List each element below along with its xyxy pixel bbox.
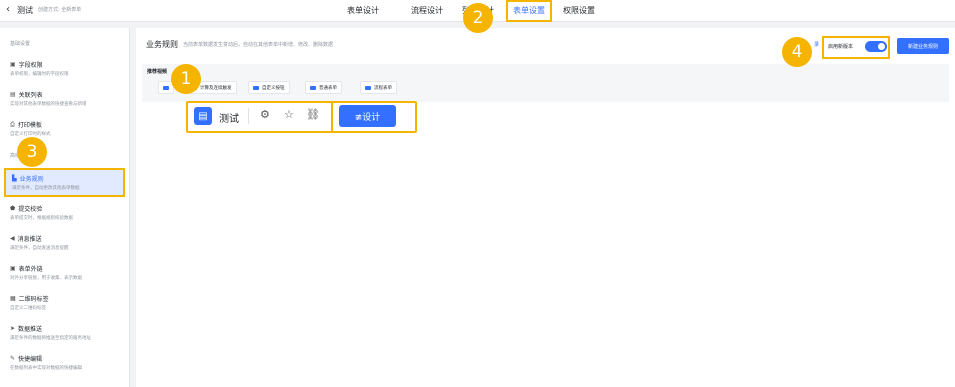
link-icon[interactable]: ⛓ — [306, 108, 320, 121]
megaphone-icon: ◀ — [10, 235, 15, 242]
lock-icon: ▣ — [10, 61, 16, 68]
video-chip-normal-form[interactable]: 普通表单 — [305, 81, 342, 94]
sidebar-item-print-template[interactable]: ⎙ 打印模板 自定义打印时的样式 — [10, 120, 125, 138]
settings-sidebar: 基础设置 ▣ 字段权限 表单权限，编辑时的字段权限 ▤ 关联列表 实现对其他表单数据… — [0, 28, 130, 387]
sidebar-item-label: 关联列表 — [18, 92, 43, 99]
sidebar-item-desc: 表单权限，编辑时的字段权限 — [10, 72, 69, 77]
new-version-label: 启用新版本 — [828, 44, 854, 50]
chip-label: 计算及连续触发 — [200, 85, 232, 91]
recommended-videos-panel: 推荐视频 计算及连续触发 自定义按钮 普通表单 流程表单 — [142, 64, 949, 102]
sidebar-item-label: 业务规则 — [19, 176, 44, 183]
sidebar-item-desc: 满足条件，自动发送消息提醒 — [10, 246, 69, 251]
form-app-icon: ▤ — [194, 107, 212, 125]
sidebar-item-business-rules[interactable]: ▙ 业务规则 满足条件，自动更改其他表单数据 — [4, 168, 125, 197]
video-icon — [253, 85, 259, 90]
active-tab-highlight — [506, 0, 552, 22]
sidebar-item-field-permission[interactable]: ▣ 字段权限 表单权限，编辑时的字段权限 — [10, 60, 125, 77]
qrcode-icon: ▦ — [10, 295, 16, 302]
sidebar-item-label: 数据推送 — [18, 326, 43, 333]
sidebar-item-label: 字段权限 — [18, 62, 43, 69]
sidebar-item-label: 二维码标签 — [18, 296, 49, 303]
floating-app-name: 测试 — [219, 114, 239, 125]
design-button[interactable]: ≢设计 — [339, 105, 396, 127]
sidebar-item-label: 打印模板 — [17, 122, 42, 129]
video-chip-custom-button[interactable]: 自定义按钮 — [248, 81, 290, 94]
back-chevron-icon[interactable]: ‹ — [6, 4, 10, 15]
new-business-rule-button[interactable]: 新建业务规则 — [897, 38, 949, 54]
sidebar-item-message-push[interactable]: ◀ 消息推送 满足条件，自动发送消息提醒 — [10, 234, 125, 251]
external-icon: ▣ — [10, 265, 16, 272]
step-marker-2: 2 — [463, 3, 493, 33]
sidebar-item-label: 消息推送 — [17, 236, 42, 243]
step-marker-4: 4 — [782, 37, 812, 67]
record-link[interactable]: 录 — [814, 41, 819, 48]
sidebar-item-label: 提交校验 — [18, 206, 43, 213]
step-marker-3: 3 — [17, 137, 47, 167]
app-title: 测试 — [17, 6, 33, 15]
document-icon: ▙ — [12, 175, 17, 182]
sidebar-item-qrcode-label[interactable]: ▦ 二维码标签 自定义二维码标签 — [10, 294, 125, 311]
video-icon — [365, 85, 371, 90]
sidebar-item-desc: 在数据列表中实现对数据的快捷编辑 — [10, 366, 82, 371]
recommended-videos-title: 推荐视频 — [147, 69, 168, 75]
chip-label: 普通表单 — [319, 85, 337, 91]
tab-permission-settings[interactable]: 权限设置 — [563, 5, 595, 16]
shield-icon: ⬟ — [10, 205, 16, 212]
toolbar-divider — [248, 108, 249, 124]
sidebar-item-desc: 自定义二维码标签 — [10, 306, 46, 311]
video-icon — [310, 85, 316, 90]
page-title: 业务规则 — [146, 40, 178, 49]
edit-icon: ✎ — [10, 355, 16, 362]
tab-flow-design[interactable]: 流程设计 — [411, 5, 443, 16]
sidebar-item-desc: 表单提交时，根据规则校验数据 — [10, 216, 73, 221]
sidebar-item-quick-edit[interactable]: ✎ 快捷编辑 在数据列表中实现对数据的快捷编辑 — [10, 354, 125, 371]
send-icon: ➤ — [10, 325, 16, 332]
video-chip-flow-form[interactable]: 流程表单 — [360, 81, 397, 94]
gear-icon[interactable]: ⚙ — [260, 108, 270, 121]
step-marker-1: 1 — [171, 64, 201, 94]
sidebar-item-form-external-link[interactable]: ▣ 表单外链 对外分享链接，用于收集、表示数据 — [10, 264, 125, 281]
page-description: 当前表单数据发生变动后，自动在其他表单中新增、修改、删除数据 — [183, 42, 334, 48]
link-icon: ▤ — [10, 91, 16, 98]
sidebar-item-desc: 满足条件，自动更改其他表单数据 — [12, 186, 80, 191]
sidebar-item-submit-validation[interactable]: ⬟ 提交校验 表单提交时，根据规则校验数据 — [10, 204, 125, 221]
sidebar-item-label: 快捷编辑 — [18, 356, 43, 363]
sidebar-item-desc: 实现对其他表单数据的快捷查看与新增 — [10, 102, 87, 107]
new-version-toggle[interactable] — [865, 41, 887, 52]
printer-icon: ⎙ — [10, 120, 15, 128]
video-icon — [163, 85, 169, 90]
sidebar-item-label: 表单外链 — [18, 266, 43, 273]
tab-form-design[interactable]: 表单设计 — [347, 5, 379, 16]
sidebar-item-data-push[interactable]: ➤ 数据推送 满足条件的数据将推送至指定的服务地址 — [10, 324, 125, 341]
sidebar-item-related-list[interactable]: ▤ 关联列表 实现对其他表单数据的快捷查看与新增 — [10, 90, 125, 107]
sidebar-item-desc: 满足条件的数据将推送至指定的服务地址 — [10, 336, 91, 341]
chip-label: 流程表单 — [374, 85, 392, 91]
star-icon[interactable]: ☆ — [284, 108, 294, 121]
main-panel: 业务规则 当前表单数据发生变动后，自动在其他表单中新增、修改、删除数据 录 启用… — [136, 28, 955, 387]
sidebar-item-desc: 对外分享链接，用于收集、表示数据 — [10, 276, 82, 281]
section-basic-label: 基础设置 — [10, 41, 31, 47]
sidebar-item-desc: 自定义打印时的样式 — [10, 132, 51, 137]
created-by-text: 创建方式: 全新表单 — [38, 7, 82, 13]
chip-label: 自定义按钮 — [262, 85, 285, 91]
toolbar-highlight-divider — [331, 101, 333, 133]
